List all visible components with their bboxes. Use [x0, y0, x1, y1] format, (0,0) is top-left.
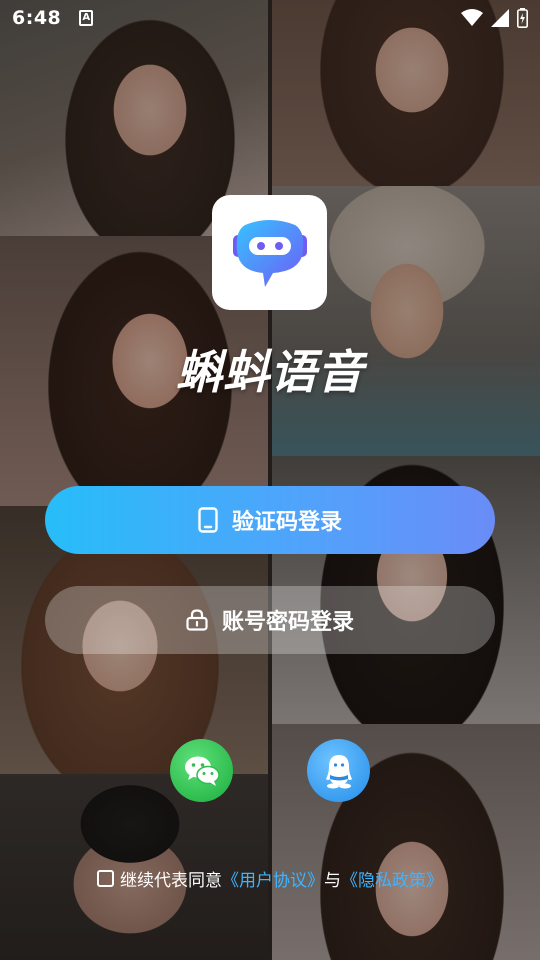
agreement-prefix: 继续代表同意	[120, 871, 222, 891]
background-photo-grid	[0, 0, 540, 960]
status-bar: 6:48 A	[0, 0, 540, 36]
password-login-label: 账号密码登录	[221, 610, 354, 635]
battery-icon	[517, 8, 528, 28]
password-login-button[interactable]: 账号密码登录	[45, 586, 495, 654]
background-dim-overlay	[0, 0, 540, 960]
agreement-row: 继续代表同意 《用户协议》 与 《隐私政策》	[0, 866, 540, 891]
agreement-joiner: 与	[324, 871, 341, 891]
status-icons	[461, 8, 528, 28]
signal-icon	[491, 9, 509, 27]
verification-code-login-label: 验证码登录	[231, 510, 342, 535]
verification-code-login-button[interactable]: 验证码登录	[45, 486, 495, 554]
robot-chat-bubble-icon	[232, 219, 307, 287]
status-time: 6:48	[12, 7, 62, 29]
lock-icon	[186, 609, 208, 631]
wifi-icon	[461, 9, 483, 26]
qq-icon	[325, 754, 352, 788]
app-name: 蝌蚪语音	[176, 345, 364, 399]
privacy-policy-link[interactable]: 《隐私政策》	[341, 866, 443, 891]
wechat-icon	[184, 756, 220, 786]
wechat-login-button[interactable]	[170, 739, 233, 802]
app-logo	[212, 195, 327, 310]
user-agreement-link[interactable]: 《用户协议》	[222, 866, 324, 891]
agreement-checkbox[interactable]	[97, 870, 114, 887]
phone-icon	[198, 507, 218, 533]
a-icon: A	[79, 10, 94, 26]
qq-login-button[interactable]	[307, 739, 370, 802]
